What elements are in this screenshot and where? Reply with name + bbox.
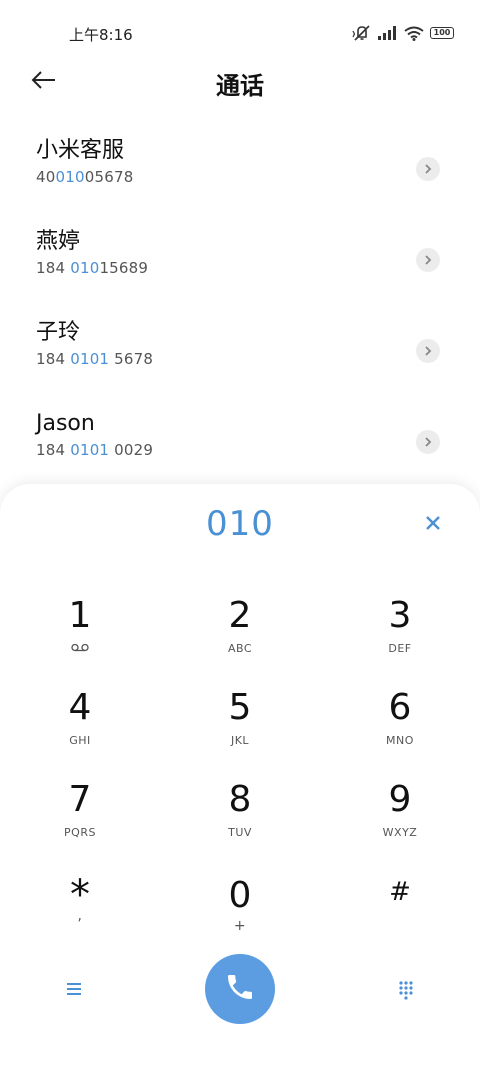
dialpad-actions [0, 954, 480, 1026]
contact-name: 小米客服 [36, 138, 125, 163]
key-2[interactable]: 2 ABC [160, 594, 320, 686]
dialed-number-display[interactable]: 010 [0, 504, 480, 544]
contact-detail-button[interactable] [416, 430, 440, 454]
key-9[interactable]: 9 WXYZ [320, 778, 480, 870]
keypad-row: 4 GHI 5 JKL 6 MNO [0, 686, 480, 778]
page-title: 通话 [216, 72, 264, 100]
matched-digits: 0101 [70, 350, 110, 368]
matched-digits: 0101 [70, 441, 110, 459]
contact-number: 4001005678 [36, 168, 134, 186]
key-hash[interactable]: # [320, 870, 480, 962]
keypad-row: 1 2 ABC 3 DEF [0, 594, 480, 686]
contact-detail-button[interactable] [416, 157, 440, 181]
chevron-right-icon [423, 433, 433, 452]
voicemail-icon [71, 642, 89, 655]
mute-vibrate-icon [352, 25, 372, 41]
contact-detail-button[interactable] [416, 339, 440, 363]
matched-digits: 010 [55, 168, 85, 186]
keypad: 1 2 ABC 3 DEF 4 GHI 5 JKL 6 MNO 7 PQRS 8… [0, 594, 480, 962]
contact-item[interactable]: 燕婷 184 01015689 [0, 227, 480, 318]
battery-level: 100 [433, 28, 451, 37]
menu-button[interactable] [62, 980, 86, 1000]
key-star[interactable]: * , [0, 870, 160, 962]
key-6[interactable]: 6 MNO [320, 686, 480, 778]
contact-name: 燕婷 [36, 229, 81, 254]
contact-item[interactable]: 子玲 184 0101 5678 [0, 318, 480, 409]
key-3[interactable]: 3 DEF [320, 594, 480, 686]
header: 通话 [0, 62, 480, 104]
keypad-row: 7 PQRS 8 TUV 9 WXYZ [0, 778, 480, 870]
keypad-toggle-button[interactable] [394, 980, 418, 1000]
key-7[interactable]: 7 PQRS [0, 778, 160, 870]
contact-name: Jason [36, 411, 95, 436]
keypad-row: * , 0 + # [0, 870, 480, 962]
chevron-right-icon [423, 342, 433, 361]
phone-icon [224, 971, 256, 1007]
wifi-icon [404, 26, 424, 41]
signal-icon [378, 26, 398, 40]
contact-number: 184 0101 0029 [36, 441, 154, 459]
key-4[interactable]: 4 GHI [0, 686, 160, 778]
battery-icon: 100 [430, 27, 454, 39]
status-time: 上午8:16 [69, 26, 133, 44]
clear-button[interactable] [422, 514, 444, 536]
dialpad-icon [394, 981, 418, 1004]
contact-number: 184 0101 5678 [36, 350, 154, 368]
key-1[interactable]: 1 [0, 594, 160, 686]
menu-icon [62, 983, 86, 1004]
contact-detail-button[interactable] [416, 248, 440, 272]
matched-digits: 010 [70, 259, 100, 277]
chevron-right-icon [423, 251, 433, 270]
dialpad-panel: 010 1 2 ABC 3 DEF 4 GHI 5 JKL 6 MNO 7 PQ… [0, 484, 480, 1066]
contact-item[interactable]: 小米客服 4001005678 [0, 136, 480, 227]
status-icons: 100 [352, 24, 454, 42]
key-8[interactable]: 8 TUV [160, 778, 320, 870]
contact-name: 子玲 [36, 320, 81, 345]
close-icon [425, 515, 441, 535]
contact-list: 小米客服 4001005678 燕婷 184 01015689 子玲 184 0… [0, 136, 480, 500]
status-bar: 上午8:16 100 [0, 0, 480, 64]
key-0[interactable]: 0 + [160, 870, 320, 962]
call-button[interactable] [205, 954, 275, 1024]
chevron-right-icon [423, 160, 433, 179]
contact-number: 184 01015689 [36, 259, 149, 277]
key-5[interactable]: 5 JKL [160, 686, 320, 778]
